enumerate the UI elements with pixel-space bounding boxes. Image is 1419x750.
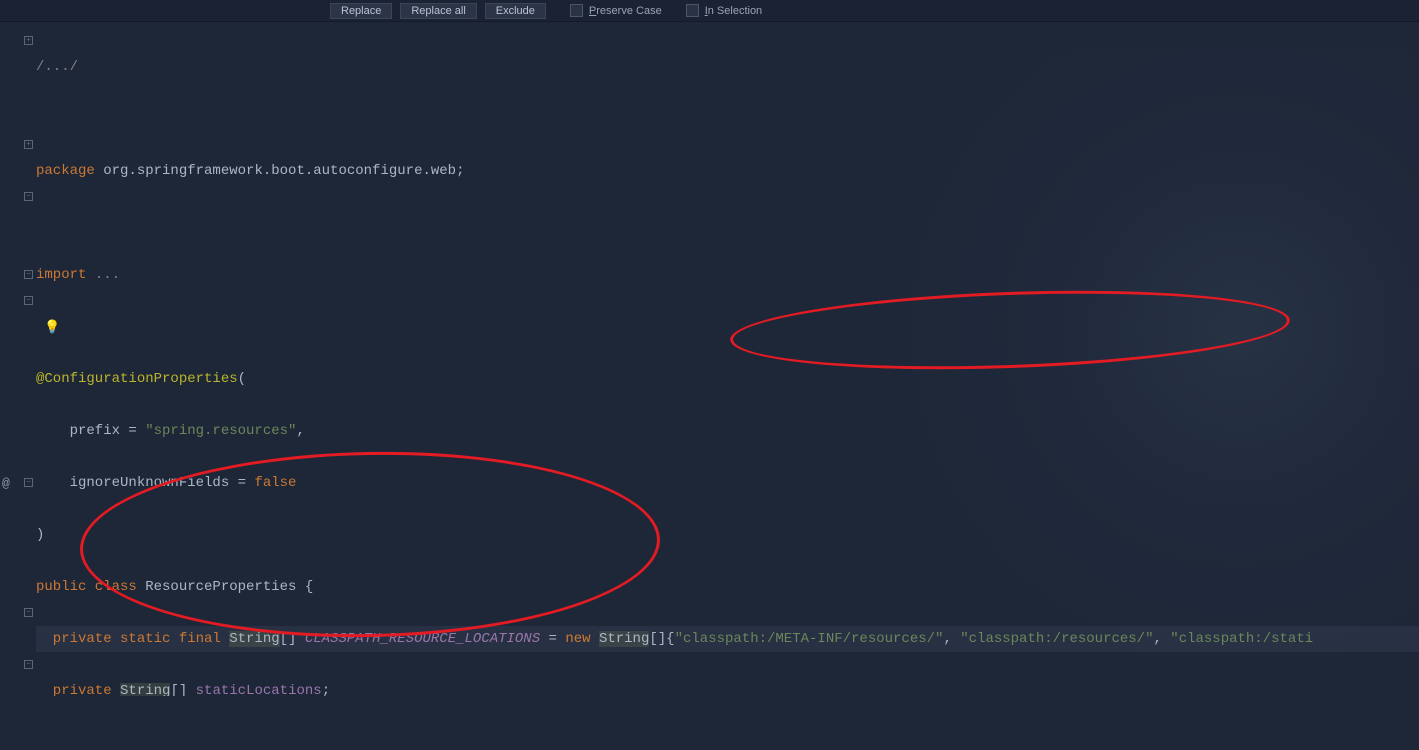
brackets: [] bbox=[280, 631, 305, 647]
modifiers: private static final bbox=[36, 631, 229, 647]
fold-icon[interactable]: − bbox=[24, 192, 33, 201]
class-decl: public class bbox=[36, 579, 145, 595]
kw-false: false bbox=[254, 475, 296, 491]
override-icon[interactable]: @ bbox=[2, 476, 10, 491]
replace-all-button[interactable]: Replace all bbox=[400, 3, 476, 19]
class-name: ResourceProperties bbox=[145, 579, 305, 595]
paren: ) bbox=[36, 527, 44, 543]
comma: , bbox=[1153, 631, 1170, 647]
package-name: org.springframework.boot.autoconfigure.w… bbox=[95, 163, 465, 179]
modifiers: private bbox=[36, 683, 120, 696]
gutter: + + − − − − − − @ bbox=[0, 22, 36, 696]
comma: , bbox=[296, 423, 304, 439]
folded-imports[interactable]: ... bbox=[86, 267, 120, 283]
paren: ( bbox=[238, 371, 246, 387]
checkbox-icon bbox=[570, 4, 583, 17]
string-literal: "spring.resources" bbox=[145, 423, 296, 439]
annotation-arg: prefix = bbox=[36, 423, 145, 439]
fold-icon[interactable]: − bbox=[24, 478, 33, 487]
fold-icon[interactable]: − bbox=[24, 270, 33, 279]
folded-comment: /.../ bbox=[36, 59, 78, 75]
find-replace-toolbar: Replace Replace all Exclude Preserve Cas… bbox=[0, 0, 1419, 22]
field-name: staticLocations bbox=[196, 683, 322, 696]
fold-icon[interactable]: − bbox=[24, 296, 33, 305]
brace: { bbox=[305, 579, 313, 595]
replace-button[interactable]: Replace bbox=[330, 3, 392, 19]
const-name: CLASSPATH_RESOURCE_LOCATIONS bbox=[305, 631, 540, 647]
preserve-case-label: Preserve Case bbox=[589, 5, 662, 17]
kw-new: new bbox=[565, 631, 599, 647]
checkbox-icon bbox=[686, 4, 699, 17]
in-selection-label: In Selection bbox=[705, 5, 763, 17]
semi: ; bbox=[322, 683, 330, 696]
brackets: []{ bbox=[649, 631, 674, 647]
kw-package: package bbox=[36, 163, 95, 179]
highlighted-line: private static final String[] CLASSPATH_… bbox=[36, 626, 1419, 652]
fold-icon[interactable]: − bbox=[24, 660, 33, 669]
code-editor[interactable]: + + − − − − − − @ 💡 /.../ package org.sp… bbox=[0, 22, 1419, 696]
exclude-button[interactable]: Exclude bbox=[485, 3, 546, 19]
code-area[interactable]: /.../ package org.springframework.boot.a… bbox=[36, 22, 1419, 696]
op: = bbox=[540, 631, 565, 647]
type-string: String bbox=[120, 683, 170, 696]
preserve-case-checkbox[interactable]: Preserve Case bbox=[570, 4, 662, 17]
fold-icon[interactable]: − bbox=[24, 608, 33, 617]
annotation-arg: ignoreUnknownFields = bbox=[36, 475, 254, 491]
fold-icon[interactable]: + bbox=[24, 140, 33, 149]
string-literal: "classpath:/META-INF/resources/" bbox=[675, 631, 944, 647]
brackets: [] bbox=[170, 683, 195, 696]
comma: , bbox=[943, 631, 960, 647]
type-string: String bbox=[599, 631, 649, 647]
fold-icon[interactable]: + bbox=[24, 36, 33, 45]
string-literal: "classpath:/stati bbox=[1170, 631, 1313, 647]
in-selection-checkbox[interactable]: In Selection bbox=[686, 4, 763, 17]
intention-bulb-icon[interactable]: 💡 bbox=[44, 320, 60, 335]
kw-import: import bbox=[36, 267, 86, 283]
string-literal: "classpath:/resources/" bbox=[960, 631, 1153, 647]
type-string: String bbox=[229, 631, 279, 647]
annotation: @ConfigurationProperties bbox=[36, 371, 238, 387]
